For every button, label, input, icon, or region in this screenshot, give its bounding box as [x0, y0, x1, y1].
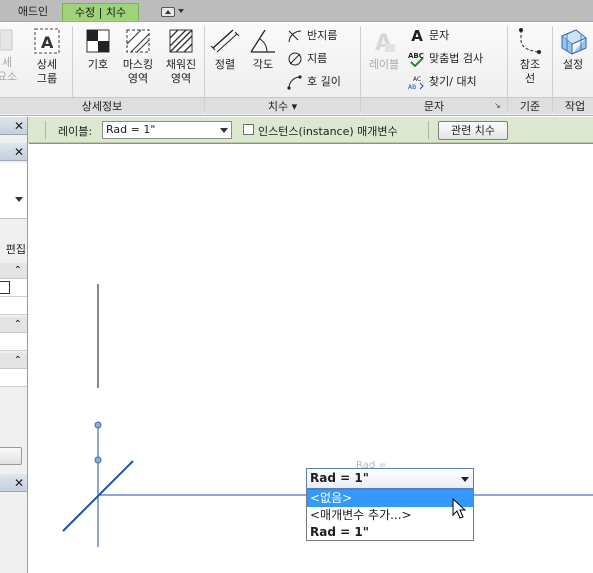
properties-titlebar-area: ✕ [0, 117, 27, 135]
property-group-header[interactable]: ⌃ [0, 263, 27, 279]
arc-length-icon [287, 75, 302, 90]
instance-parameter-label: 인스턴스(instance) 매개변수 [258, 125, 398, 138]
chevron-down-icon [178, 9, 184, 13]
svg-text:AC: AC [413, 76, 421, 83]
properties-titlebar: ✕ [0, 143, 27, 161]
chevron-down-icon [220, 128, 228, 133]
detail-group-icon: A [34, 28, 60, 54]
tab-addins[interactable]: 애드인 [8, 3, 58, 21]
partial-detail-component-button[interactable]: 세 요소 [0, 26, 20, 84]
related-dimensions-button[interactable]: 관련 치수 [438, 121, 508, 140]
instance-parameter-checkbox[interactable] [243, 124, 254, 135]
collapse-icon: ⌃ [13, 319, 22, 330]
svg-text:AB: AB [408, 84, 416, 90]
label-caption: 레이블: [58, 125, 93, 138]
spell-check-button[interactable]: ABC 맞춤법 검사 [408, 49, 483, 69]
property-row[interactable] [0, 297, 27, 315]
panel-title-dimension[interactable]: 치수 ▾ [205, 97, 360, 114]
mouse-pointer-icon [452, 498, 467, 519]
filled-region-button[interactable]: 채워진 영역 [160, 26, 202, 86]
text-button[interactable]: A 문자 [408, 26, 449, 46]
grip-handle [94, 421, 102, 429]
options-separator [428, 121, 429, 139]
property-row[interactable] [0, 333, 27, 351]
close-icon[interactable]: ✕ [14, 476, 24, 490]
options-bar: 레이블: Rad = 1" 인스턴스(instance) 매개변수 관련 치수 [0, 117, 593, 143]
aligned-dimension-button[interactable]: 정렬 [208, 26, 242, 72]
filled-region-icon [169, 29, 193, 53]
find-replace-button[interactable]: AC AB 찾기/ 대치 [408, 72, 477, 92]
radial-dimension-button[interactable]: 반지름 [286, 26, 337, 46]
property-row[interactable] [0, 369, 27, 387]
ribbon-minimize-button[interactable] [158, 5, 188, 19]
panel-title-datum[interactable]: 기준 [508, 97, 552, 114]
property-value-box[interactable] [0, 281, 10, 294]
set-work-plane-button[interactable]: 설정 [556, 26, 590, 72]
options-separator [45, 121, 46, 139]
angular-dimension-button[interactable]: 각도 [246, 26, 280, 72]
edit-type-button[interactable]: 편집 [0, 241, 27, 259]
text-a-icon: A [411, 27, 423, 45]
close-icon[interactable]: ✕ [14, 119, 24, 133]
detail-component-icon [0, 29, 13, 51]
label-tag-icon: A [375, 31, 395, 56]
diameter-dimension-icon [288, 52, 302, 66]
arc-length-dimension-button[interactable]: 호 길이 [286, 72, 341, 92]
radial-dimension-icon [288, 30, 302, 43]
panel-title-text[interactable]: 문자 [361, 97, 507, 114]
option-rad-1[interactable]: Rad = 1" [307, 524, 473, 541]
find-replace-icon: ACAB [408, 76, 424, 90]
symbol-button[interactable]: 기호 [80, 26, 116, 72]
svg-text:A: A [375, 31, 392, 56]
dimension-label-current: Rad = 1" [310, 471, 369, 485]
label-select-value: Rad = 1" [106, 123, 156, 136]
type-selector[interactable] [0, 163, 27, 219]
symbol-icon [86, 29, 110, 53]
dimension-label-combo[interactable]: Rad = 1" [306, 468, 474, 489]
property-row[interactable] [0, 279, 27, 297]
collapse-icon: ⌃ [13, 265, 22, 276]
tab-modify-dimensions[interactable]: 수정 | 치수 [62, 3, 139, 21]
chevron-down-icon [15, 197, 23, 202]
option-add-parameter[interactable]: <매개변수 추가...> [307, 507, 473, 524]
properties-panel: ✕ ✕ 편집 ⌃ ⌃ ⌃ ✕ [0, 117, 28, 573]
ribbon-tab-bar: 애드인 수정 | 치수 [0, 0, 593, 22]
spell-check-icon: ABC [408, 52, 424, 67]
ribbon: 세 요소 A 상세 그룹 기호 마스킹 영역 채워진 영역 상세정보 정렬 각도… [0, 22, 593, 116]
panel-title-detail[interactable]: 상세정보 [0, 97, 204, 114]
detail-group-button[interactable]: A 상세 그룹 [30, 26, 64, 86]
close-icon[interactable]: ✕ [14, 145, 24, 159]
reference-line-icon [519, 28, 541, 54]
reference-line-button[interactable]: 참조 선 [512, 26, 548, 86]
tag-label-button[interactable]: A 레이블 [364, 26, 404, 72]
collapse-icon: ⌃ [13, 355, 22, 366]
aligned-dimension-icon [210, 29, 240, 53]
chevron-down-icon [461, 477, 469, 482]
label-select[interactable]: Rad = 1" [102, 121, 232, 139]
property-group-header[interactable]: ⌃ [0, 353, 27, 369]
option-none[interactable]: <없음> [307, 490, 473, 507]
apply-button[interactable] [0, 447, 22, 465]
panel-title-work-plane[interactable]: 작업 [553, 97, 593, 114]
project-browser-titlebar: ✕ [0, 474, 27, 492]
dialog-launcher-icon[interactable]: ↘ [494, 101, 501, 110]
dimension-label-list: <없음> <매개변수 추가...> Rad = 1" [306, 489, 474, 541]
diameter-dimension-button[interactable]: 지름 [286, 49, 327, 69]
angular-dimension-icon [250, 29, 275, 53]
grip-handle [94, 456, 102, 464]
svg-text:A: A [41, 33, 54, 52]
property-group-header[interactable]: ⌃ [0, 317, 27, 333]
work-plane-grid-icon [561, 29, 587, 55]
masking-region-button[interactable]: 마스킹 영역 [118, 26, 158, 86]
masking-region-icon [126, 29, 150, 53]
minimize-ribbon-icon [161, 7, 175, 17]
